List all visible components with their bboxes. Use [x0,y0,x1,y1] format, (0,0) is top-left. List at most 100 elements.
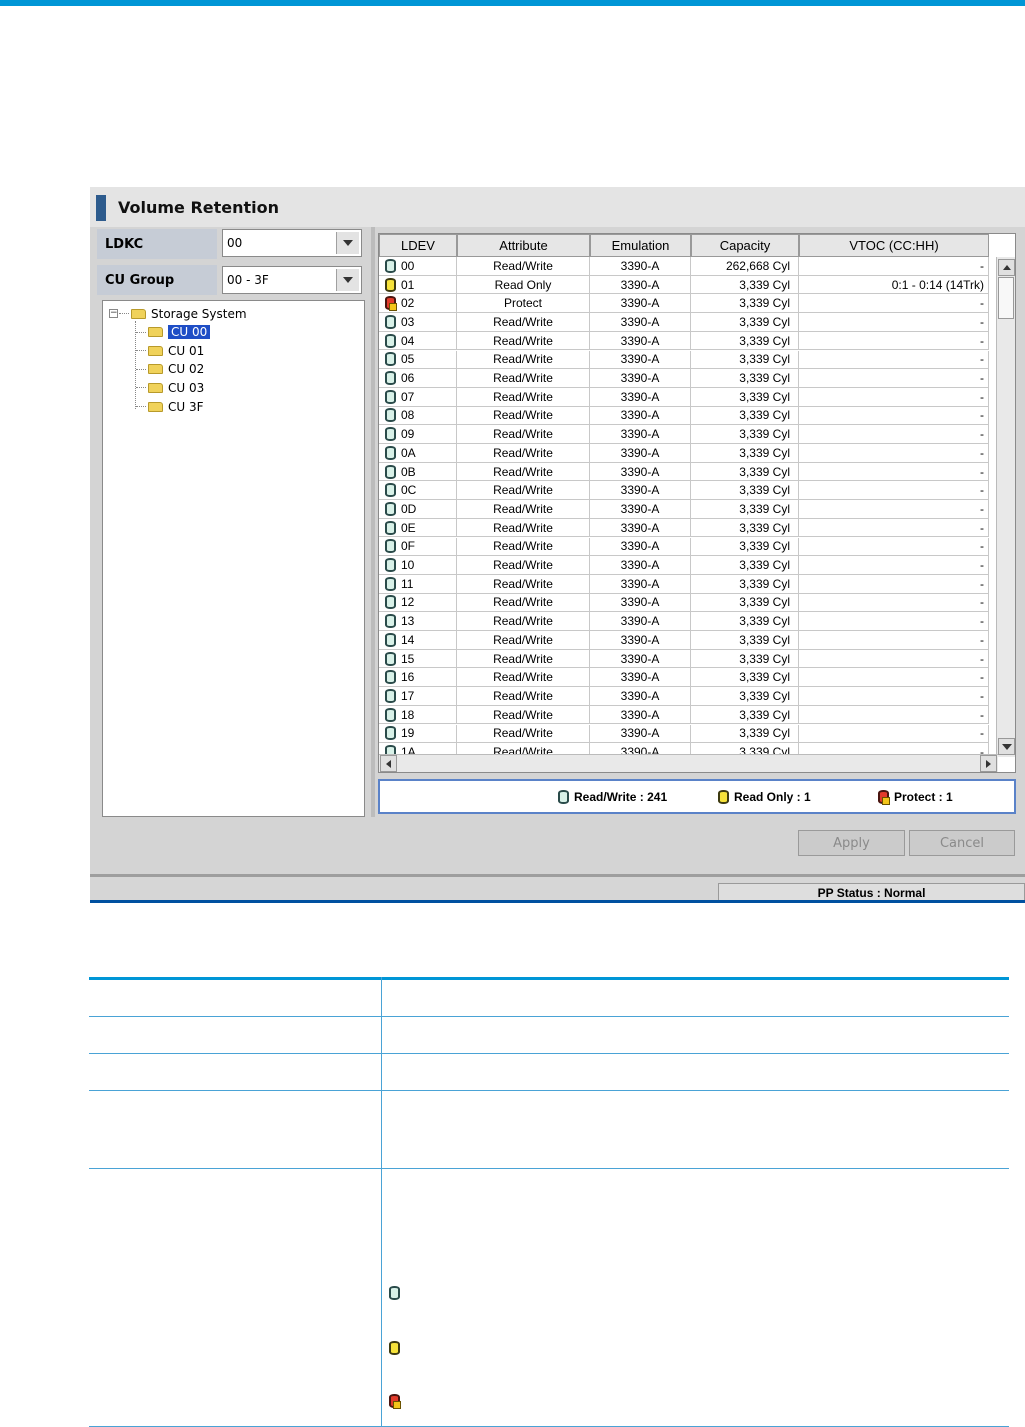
table-row[interactable]: 0A Read/Write 3390-A 3,339 Cyl - [379,444,989,463]
scroll-thumb[interactable] [998,277,1014,319]
attribute-cell: Read/Write [457,612,590,631]
attribute-legend: Read/Write : 241 Read Only : 1 Protect :… [378,779,1016,814]
read-only-icon [385,277,396,292]
read-write-icon [385,445,396,460]
table-row[interactable]: 19 Read/Write 3390-A 3,339 Cyl - [379,724,989,744]
capacity-cell: 3,339 Cyl [691,444,799,463]
table-row[interactable]: 09 Read/Write 3390-A 3,339 Cyl - [379,425,989,444]
table-row[interactable]: 17 Read/Write 3390-A 3,339 Cyl - [379,687,989,706]
attribute-cell: Read/Write [457,387,590,407]
table-column-divider [381,977,382,1426]
table-row[interactable]: 05 Read/Write 3390-A 3,339 Cyl - [379,350,989,370]
arrow-up-icon [1002,265,1011,270]
table-row[interactable]: 0B Read/Write 3390-A 3,339 Cyl - [379,462,989,482]
table-row[interactable]: 0E Read/Write 3390-A 3,339 Cyl - [379,518,989,538]
table-body: 00 Read/Write 3390-A 262,668 Cyl -01 Read Onl… [379,257,989,755]
emulation-cell: 3390-A [590,574,691,594]
table-row[interactable]: 14 Read/Write 3390-A 3,339 Cyl - [379,631,989,650]
apply-button[interactable]: Apply [798,830,905,856]
read-write-icon [385,539,396,554]
arrow-left-icon [386,759,391,768]
volume-retention-window: Volume Retention LDKC 00 CU Group 00 - 3… [90,187,1025,903]
read-write-icon [385,520,396,535]
read-write-icon [385,614,396,629]
read-write-icon [385,408,396,423]
emulation-cell: 3390-A [590,387,691,407]
emulation-cell: 3390-A [590,331,691,351]
capacity-cell: 3,339 Cyl [691,724,799,744]
capacity-cell: 3,339 Cyl [691,331,799,351]
vtoc-cell: - [799,687,989,706]
ldev-id: 05 [401,352,415,367]
scroll-up-button[interactable] [998,259,1015,276]
capacity-cell: 3,339 Cyl [691,649,799,669]
ldev-id: 01 [401,277,415,292]
collapse-icon[interactable]: − [109,309,118,318]
vtoc-cell: - [799,462,989,482]
table-row[interactable]: 15 Read/Write 3390-A 3,339 Cyl - [379,649,989,669]
table-row[interactable]: 11 Read/Write 3390-A 3,339 Cyl - [379,574,989,594]
scroll-left-button[interactable] [380,755,397,772]
horizontal-scrollbar[interactable] [379,754,998,772]
window-title: Volume Retention [118,198,280,217]
table-row[interactable]: 03 Read/Write 3390-A 3,339 Cyl - [379,313,989,332]
scroll-down-button[interactable] [998,738,1015,755]
vertical-scrollbar[interactable] [996,257,1015,757]
ldkc-select[interactable]: 00 [222,229,362,257]
folder-icon [148,345,163,356]
lock-tag-icon [882,797,890,805]
cu-group-select[interactable]: 00 - 3F [222,266,362,294]
tree-item-cu-00[interactable]: CU 00 [148,323,211,340]
table-row[interactable]: 0C Read/Write 3390-A 3,339 Cyl - [379,481,989,501]
table-row[interactable]: 02 Protect 3390-A 3,339 Cyl - [379,294,989,314]
panel-splitter[interactable] [371,227,375,817]
table-header: LDEV Attribute Emulation Capacity VTOC (… [379,234,989,257]
table-row[interactable]: 12 Read/Write 3390-A 3,339 Cyl - [379,593,989,613]
column-header-emulation[interactable]: Emulation [590,234,691,257]
tree-item-cu-03[interactable]: CU 03 [148,379,204,396]
read-write-icon [385,651,396,666]
table-row[interactable]: 06 Read/Write 3390-A 3,339 Cyl - [379,369,989,388]
table-row[interactable]: 0F Read/Write 3390-A 3,339 Cyl - [379,537,989,557]
attribute-cell: Read/Write [457,462,590,482]
table-row[interactable]: 10 Read/Write 3390-A 3,339 Cyl - [379,556,989,575]
storage-tree: − Storage System CU 00 CU 01 CU 02 CU 03 [102,300,365,817]
table-row[interactable]: 13 Read/Write 3390-A 3,339 Cyl - [379,612,989,631]
attribute-cell: Read/Write [457,537,590,557]
tree-item-cu-01[interactable]: CU 01 [148,342,204,359]
table-row[interactable]: 0D Read/Write 3390-A 3,339 Cyl - [379,500,989,519]
vtoc-cell: 0:1 - 0:14 (14Trk) [799,275,989,295]
column-header-vtoc[interactable]: VTOC (CC:HH) [799,234,989,257]
ldev-cell: 12 [379,593,457,613]
scroll-right-button[interactable] [980,755,997,772]
capacity-cell: 3,339 Cyl [691,593,799,613]
tree-item-cu-02[interactable]: CU 02 [148,360,204,377]
column-header-capacity[interactable]: Capacity [691,234,799,257]
column-header-ldev[interactable]: LDEV [379,234,457,257]
ldkc-dropdown-button[interactable] [336,232,359,254]
table-row[interactable]: 18 Read/Write 3390-A 3,339 Cyl - [379,705,989,725]
ldev-cell: 05 [379,350,457,370]
cancel-button[interactable]: Cancel [909,830,1015,856]
ldev-id: 03 [401,314,415,329]
table-row[interactable]: 07 Read/Write 3390-A 3,339 Cyl - [379,387,989,407]
attribute-cell: Read/Write [457,500,590,519]
table-row[interactable]: 01 Read Only 3390-A 3,339 Cyl 0:1 - 0:14 (14… [379,275,989,295]
table-row[interactable]: 16 Read/Write 3390-A 3,339 Cyl - [379,668,989,688]
table-row[interactable]: 04 Read/Write 3390-A 3,339 Cyl - [379,331,989,351]
tree-root[interactable]: Storage System [131,305,247,322]
ldev-id: 14 [401,632,415,647]
ldkc-label: LDKC [97,229,217,259]
protect-icon [878,790,890,805]
capacity-cell: 3,339 Cyl [691,425,799,444]
column-header-attribute[interactable]: Attribute [457,234,590,257]
ldev-cell: 0C [379,481,457,501]
capacity-cell: 3,339 Cyl [691,631,799,650]
table-row[interactable]: 08 Read/Write 3390-A 3,339 Cyl - [379,406,989,426]
capacity-cell: 3,339 Cyl [691,668,799,688]
emulation-cell: 3390-A [590,444,691,463]
table-row[interactable]: 00 Read/Write 3390-A 262,668 Cyl - [379,257,989,276]
tree-item-cu-3f[interactable]: CU 3F [148,398,204,415]
attribute-cell: Read/Write [457,593,590,613]
cu-group-dropdown-button[interactable] [336,269,359,291]
